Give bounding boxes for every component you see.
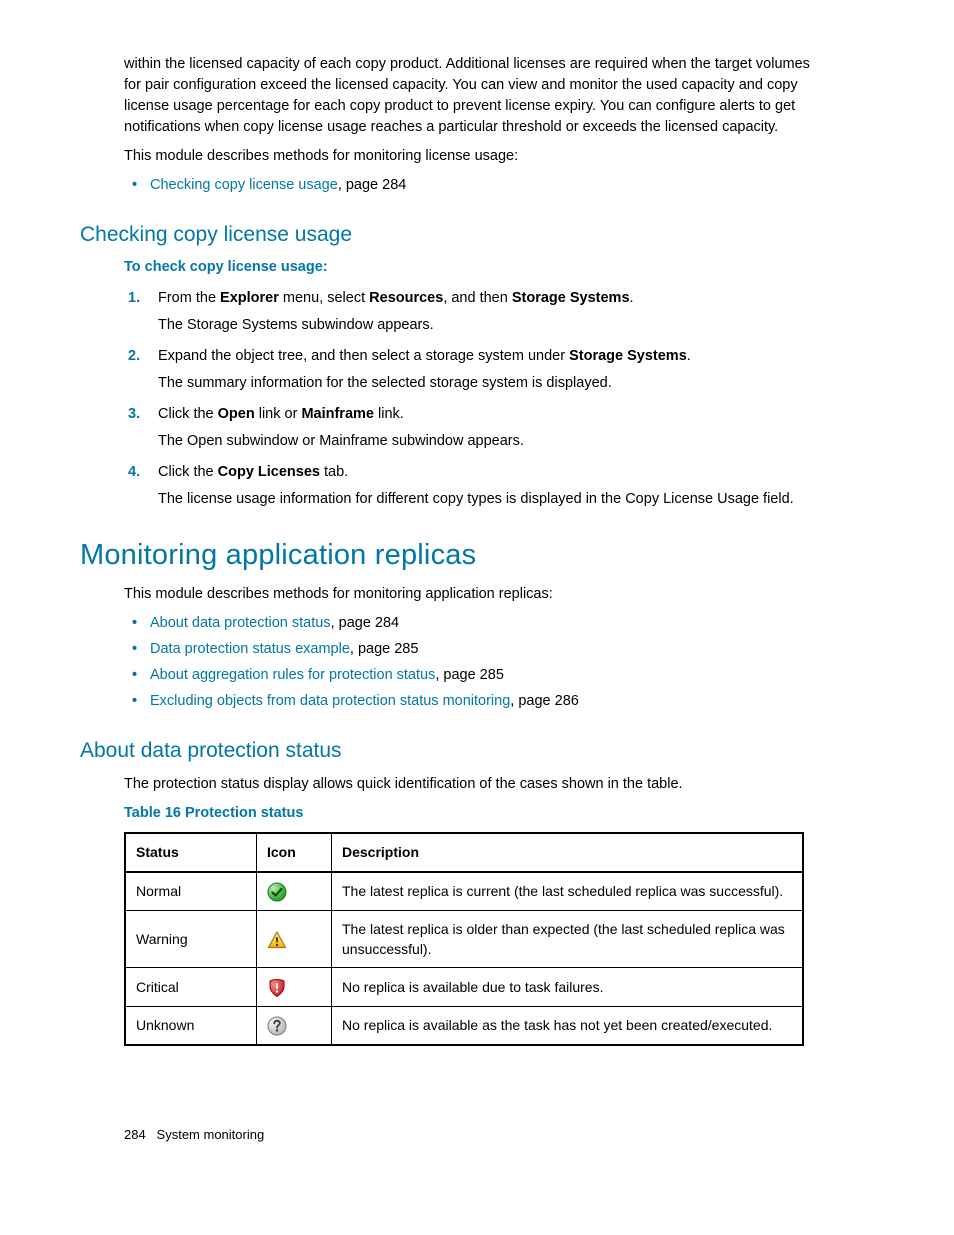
step1-storage-systems: Storage Systems — [512, 290, 630, 306]
step1-text-e: , and then — [443, 290, 512, 306]
s3-intro: The protection status display allows qui… — [124, 774, 830, 795]
step1-text-a: From the — [158, 290, 220, 306]
link-about-dps[interactable]: About data protection status — [150, 615, 331, 631]
cell-desc-warning: The latest replica is older than expecte… — [332, 910, 804, 968]
table-caption: Table 16 Protection status — [124, 803, 830, 824]
cell-icon-normal — [257, 872, 332, 911]
step2-storage-systems: Storage Systems — [569, 348, 687, 364]
s2-bullets: About data protection status, page 284 D… — [124, 613, 830, 712]
step4-text-c: tab. — [320, 464, 348, 480]
page-footer: 284 System monitoring — [124, 1126, 830, 1145]
intro-bullet-1-page: , page 284 — [338, 177, 407, 193]
step2-body: The summary information for the selected… — [158, 373, 830, 394]
th-status: Status — [125, 833, 257, 871]
th-description: Description — [332, 833, 804, 871]
s2-bullet-4: Excluding objects from data protection s… — [124, 691, 830, 712]
footer-section: System monitoring — [157, 1127, 265, 1142]
step4-copy-licenses: Copy Licenses — [218, 464, 320, 480]
cell-icon-warning — [257, 910, 332, 968]
question-circle-icon — [267, 1016, 287, 1036]
cell-status-critical: Critical — [125, 968, 257, 1006]
table-row: Normal The latest replica is current (th… — [125, 872, 803, 911]
table-row: Critical No replica is available due to … — [125, 968, 803, 1006]
heading-monitoring-replicas: Monitoring application replicas — [80, 534, 830, 576]
link-dps-example[interactable]: Data protection status example — [150, 641, 350, 657]
cell-status-warning: Warning — [125, 910, 257, 968]
link-aggregation-rules[interactable]: About aggregation rules for protection s… — [150, 667, 435, 683]
cell-desc-critical: No replica is available due to task fail… — [332, 968, 804, 1006]
s2-b3-page: , page 285 — [435, 667, 504, 683]
step3-mainframe: Mainframe — [301, 406, 374, 422]
step-2: Expand the object tree, and then select … — [124, 346, 830, 394]
step3-text-c: link or — [255, 406, 302, 422]
step3-text-a: Click the — [158, 406, 218, 422]
step1-text-g: . — [630, 290, 634, 306]
step2-text-a: Expand the object tree, and then select … — [158, 348, 569, 364]
s2-bullet-2: Data protection status example, page 285 — [124, 639, 830, 660]
step3-open: Open — [218, 406, 255, 422]
intro-bullet-1: Checking copy license usage, page 284 — [124, 175, 830, 196]
footer-page-number: 284 — [124, 1127, 146, 1142]
step3-text-e: link. — [374, 406, 404, 422]
step-4: Click the Copy Licenses tab. The license… — [124, 462, 830, 510]
alert-shield-icon — [267, 978, 287, 998]
cell-status-normal: Normal — [125, 872, 257, 911]
check-circle-icon — [267, 882, 287, 902]
heading-about-dps: About data protection status — [80, 736, 830, 766]
step4-body: The license usage information for differ… — [158, 489, 830, 510]
step-3: Click the Open link or Mainframe link. T… — [124, 404, 830, 452]
table-row: Warning The latest replica is older than… — [125, 910, 803, 968]
s2-b2-page: , page 285 — [350, 641, 419, 657]
warning-triangle-icon — [267, 930, 287, 950]
step4-text-a: Click the — [158, 464, 218, 480]
cell-desc-normal: The latest replica is current (the last … — [332, 872, 804, 911]
intro-paragraph-1: within the licensed capacity of each cop… — [124, 54, 830, 138]
table-row: Unknown No replica is available as the t… — [125, 1006, 803, 1045]
subheading-to-check: To check copy license usage: — [124, 257, 830, 278]
s2-b1-page: , page 284 — [331, 615, 400, 631]
table-header-row: Status Icon Description — [125, 833, 803, 871]
intro-bullets: Checking copy license usage, page 284 — [124, 175, 830, 196]
step1-text-c: menu, select — [279, 290, 369, 306]
step2-text-c: . — [687, 348, 691, 364]
heading-checking-copy-license: Checking copy license usage — [80, 220, 830, 250]
step3-body: The Open subwindow or Mainframe subwindo… — [158, 431, 830, 452]
step1-resources: Resources — [369, 290, 443, 306]
s2-intro: This module describes methods for monito… — [124, 584, 830, 605]
s2-b4-page: , page 286 — [510, 693, 579, 709]
step-1: From the Explorer menu, select Resources… — [124, 288, 830, 336]
s2-bullet-3: About aggregation rules for protection s… — [124, 665, 830, 686]
steps-list: From the Explorer menu, select Resources… — [124, 288, 830, 510]
step1-explorer: Explorer — [220, 290, 279, 306]
step1-body: The Storage Systems subwindow appears. — [158, 315, 830, 336]
s2-bullet-1: About data protection status, page 284 — [124, 613, 830, 634]
intro-paragraph-2: This module describes methods for monito… — [124, 146, 830, 167]
link-checking-copy-license[interactable]: Checking copy license usage — [150, 177, 338, 193]
link-excluding-objects[interactable]: Excluding objects from data protection s… — [150, 693, 510, 709]
cell-icon-unknown — [257, 1006, 332, 1045]
cell-icon-critical — [257, 968, 332, 1006]
cell-status-unknown: Unknown — [125, 1006, 257, 1045]
cell-desc-unknown: No replica is available as the task has … — [332, 1006, 804, 1045]
th-icon: Icon — [257, 833, 332, 871]
protection-status-table: Status Icon Description Normal The lates… — [124, 832, 804, 1046]
